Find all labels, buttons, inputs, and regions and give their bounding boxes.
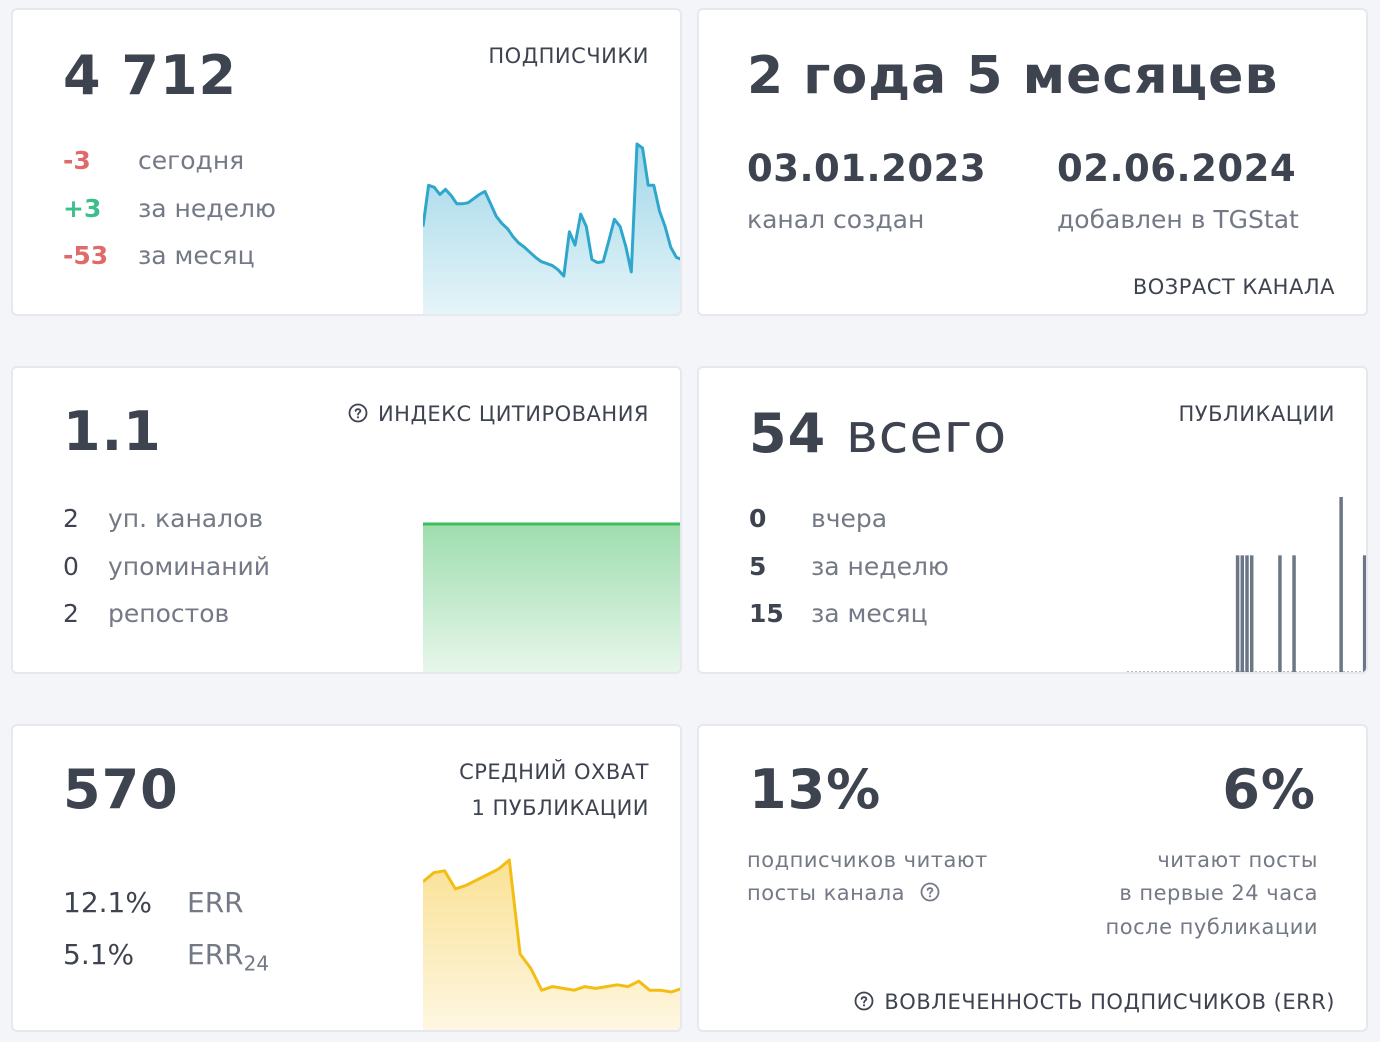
citation-reposts-label: репостов xyxy=(108,599,230,628)
err-row: 12.1% ERR xyxy=(63,886,244,919)
citation-index-fill xyxy=(423,524,680,672)
publications-title: ПУБЛИКАЦИИ xyxy=(1178,402,1335,426)
average-reach-value: 570 xyxy=(63,758,179,821)
citation-mentions-num: 0 xyxy=(63,552,79,581)
err24-row: 5.1% ERR24 xyxy=(63,938,269,976)
publications-yesterday-label: вчера xyxy=(811,504,888,533)
question-circle-icon[interactable] xyxy=(348,403,368,423)
subscribers-week-label: за неделю xyxy=(138,194,276,223)
subscribers-today-delta: -3 xyxy=(63,146,91,175)
engagement-title[interactable]: ВОВЛЕЧЕННОСТЬ ПОДПИСЧИКОВ (ERR) xyxy=(854,990,1335,1014)
average-reach-title-line2: 1 ПУБЛИКАЦИИ xyxy=(471,796,649,820)
publications-bar xyxy=(1339,497,1343,672)
subs-chart-fill xyxy=(423,144,680,314)
channel-added-label: добавлен в TGStat xyxy=(1057,205,1299,234)
publications-month-label: за месяц xyxy=(811,599,928,628)
question-circle-icon[interactable] xyxy=(854,991,874,1011)
channel-added-date: 02.06.2024 xyxy=(1057,147,1297,190)
engagement-right-value: 6% xyxy=(1222,758,1316,821)
subscribers-today-label: сегодня xyxy=(138,146,245,175)
publications-week-row: 5 за неделю xyxy=(749,552,949,581)
citation-index-title[interactable]: ИНДЕКС ЦИТИРОВАНИЯ xyxy=(348,402,649,426)
citation-channels-label: уп. каналов xyxy=(108,504,264,533)
engagement-right-line1: читают посты xyxy=(1157,848,1318,872)
citation-index-chart xyxy=(423,522,680,672)
citation-reposts-row: 2 репостов xyxy=(63,599,229,628)
publications-total-num: 54 xyxy=(749,402,827,465)
engagement-left-line1: подписчиков читают xyxy=(747,848,988,872)
channel-age-value: 2 года 5 месяцев xyxy=(747,46,1279,106)
citation-mentions-row: 0 упоминаний xyxy=(63,552,270,581)
subscribers-sparkline xyxy=(423,142,680,314)
subscribers-month-delta: -53 xyxy=(63,241,109,270)
err-label: ERR xyxy=(187,886,244,919)
citation-index-value: 1.1 xyxy=(63,400,162,463)
engagement-card[interactable]: 13% подписчиков читают посты канала 6% ч… xyxy=(697,724,1368,1032)
engagement-left-line2-wrap[interactable]: посты канала xyxy=(747,881,940,905)
citation-channels-num: 2 xyxy=(63,504,79,533)
citation-mentions-label: упоминаний xyxy=(108,552,271,581)
citation-index-title-text: ИНДЕКС ЦИТИРОВАНИЯ xyxy=(377,402,649,426)
publications-bar xyxy=(1240,555,1245,672)
channel-age-title: ВОЗРАСТ КАНАЛА xyxy=(1132,275,1335,299)
publications-bar xyxy=(1245,555,1249,672)
publications-week-label: за неделю xyxy=(811,552,949,581)
subscribers-card[interactable]: 4 712 ПОДПИСЧИКИ -3 сегодня +3 за неделю -… xyxy=(11,8,682,316)
subscribers-today-row: -3 сегодня xyxy=(63,146,244,175)
publications-month-row: 15 за месяц xyxy=(749,599,928,628)
citation-reposts-num: 2 xyxy=(63,599,79,628)
publications-card[interactable]: 54 всего ПУБЛИКАЦИИ 0 вчера 5 за неделю 15… xyxy=(697,366,1368,674)
publications-yesterday-row: 0 вчера xyxy=(749,504,887,533)
publications-total: 54 всего xyxy=(749,402,1007,465)
publications-bar-chart xyxy=(1127,497,1366,672)
err24-label: ERR xyxy=(187,938,244,971)
subscribers-count: 4 712 xyxy=(63,44,238,107)
err-value: 12.1% xyxy=(63,886,152,919)
publications-week-num: 5 xyxy=(749,552,767,581)
publications-month-num: 15 xyxy=(749,599,784,628)
engagement-right-line3: после публикации xyxy=(1105,915,1318,939)
question-circle-icon[interactable] xyxy=(920,882,940,902)
subscribers-week-delta: +3 xyxy=(63,194,102,223)
publications-bar xyxy=(1362,555,1366,672)
average-reach-sparkline xyxy=(423,858,680,1030)
subscribers-title: ПОДПИСЧИКИ xyxy=(488,44,649,68)
publications-yesterday-num: 0 xyxy=(749,504,767,533)
engagement-left-value: 13% xyxy=(749,758,882,821)
err24-value: 5.1% xyxy=(63,938,135,971)
publications-bar xyxy=(1278,555,1282,672)
channel-created-date: 03.01.2023 xyxy=(747,147,987,190)
engagement-title-text: ВОВЛЕЧЕННОСТЬ ПОДПИСЧИКОВ (ERR) xyxy=(884,990,1335,1014)
engagement-left-line2: посты канала xyxy=(747,881,906,905)
publications-bar xyxy=(1249,555,1254,672)
publications-total-word: всего xyxy=(845,402,1008,465)
engagement-right-line2: в первые 24 часа xyxy=(1119,881,1318,905)
publications-bar xyxy=(1235,555,1240,672)
err24-subscript: 24 xyxy=(243,951,270,976)
citation-index-card[interactable]: 1.1 ИНДЕКС ЦИТИРОВАНИЯ 2 уп. каналов 0 упо… xyxy=(11,366,682,674)
subscribers-month-row: -53 за месяц xyxy=(63,241,255,270)
citation-channels-row: 2 уп. каналов xyxy=(63,504,263,533)
channel-created-label: канал создан xyxy=(747,205,925,234)
average-reach-card[interactable]: 570 СРЕДНИЙ ОХВАТ 1 ПУБЛИКАЦИИ 12.1% ERR … xyxy=(11,724,682,1032)
subscribers-week-row: +3 за неделю xyxy=(63,194,276,223)
publications-bar xyxy=(1292,555,1296,672)
channel-age-card[interactable]: 2 года 5 месяцев 03.01.2023 канал создан… xyxy=(697,8,1368,316)
average-reach-title-line1: СРЕДНИЙ ОХВАТ xyxy=(459,760,649,784)
subscribers-month-label: за месяц xyxy=(138,241,255,270)
